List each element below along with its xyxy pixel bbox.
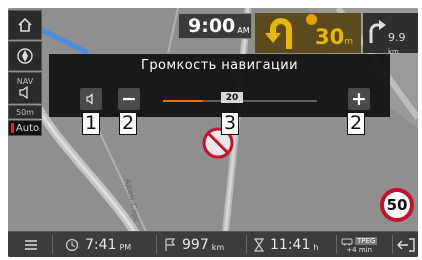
map-orientation-button[interactable] — [8, 41, 42, 71]
turn-distance: 30m — [315, 25, 354, 49]
compass-icon — [17, 48, 33, 64]
volume-down-button[interactable]: − — [118, 88, 140, 110]
divider — [392, 235, 393, 254]
mute-button[interactable] — [80, 88, 102, 110]
turn-badge-icon — [306, 14, 317, 25]
divider — [246, 235, 247, 254]
nav-volume-button[interactable]: NAV — [8, 72, 42, 104]
callout-3: 3 — [221, 112, 239, 135]
volume-up-button[interactable]: + — [348, 88, 370, 110]
divider — [336, 235, 337, 254]
divider — [52, 235, 53, 254]
exit-icon — [397, 237, 415, 252]
hourglass-icon — [254, 237, 264, 252]
clock-icon — [65, 238, 79, 251]
nav-label: NAV — [16, 77, 34, 86]
time-value: 9:00 — [188, 15, 236, 37]
next-distance: 9.9 km — [388, 31, 406, 56]
volume-title: Громкость навигации — [141, 58, 298, 73]
flag-icon — [165, 237, 176, 251]
auto-indicator — [10, 123, 14, 133]
traffic-delay: +4 min — [346, 245, 373, 254]
arrival-time: 7:41 PM — [65, 232, 131, 257]
time-ampm: AM — [237, 25, 250, 35]
volume-level[interactable]: 20 — [221, 92, 243, 103]
divider — [156, 235, 157, 254]
speaker-icon — [86, 93, 93, 105]
next-turn-panel[interactable]: 30m — [255, 13, 361, 53]
remaining-time: 11:41 h — [254, 232, 318, 257]
home-button[interactable] — [8, 10, 42, 40]
callout-1: 1 — [82, 112, 100, 135]
callout-2: 2 — [119, 112, 137, 135]
menu-button[interactable] — [24, 232, 38, 257]
remaining-distance: 997 km — [164, 232, 224, 257]
volume-fill — [163, 100, 203, 102]
right-turn-icon — [369, 20, 386, 43]
home-icon — [18, 17, 32, 32]
navigation-volume-panel: Громкость навигации − 20 + — [49, 54, 390, 117]
map-scale[interactable]: 50m — [8, 105, 42, 119]
menu-icon — [25, 239, 37, 250]
exit-button[interactable] — [397, 232, 415, 257]
auto-zoom-button[interactable]: Auto — [8, 120, 42, 136]
traffic-badge: TPEG — [355, 236, 378, 245]
u-turn-icon — [265, 18, 292, 49]
bottom-bar: 7:41 PM 997 km 11:41 h TPEG +4 min — [8, 231, 418, 257]
speaker-icon — [19, 86, 28, 99]
following-turn-panel[interactable]: 9.9 km — [363, 13, 418, 56]
auto-label: Auto — [15, 122, 40, 134]
traffic-icon — [341, 238, 353, 245]
screen: Адам-Сарс NAV 50m Auto 9:00 AM 30m 9.9 km… — [0, 0, 422, 260]
scale-label: 50m — [16, 107, 34, 117]
traffic-info[interactable]: TPEG +4 min — [341, 232, 378, 257]
callout-2: 2 — [347, 112, 365, 135]
speed-limit-sign: 50 — [380, 188, 414, 222]
current-time: 9:00 AM — [178, 13, 252, 39]
